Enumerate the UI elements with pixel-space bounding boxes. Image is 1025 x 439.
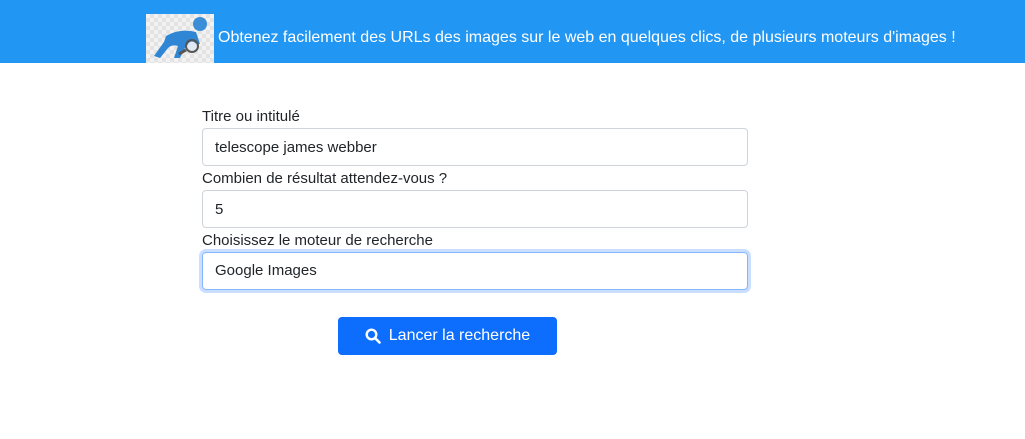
- count-input[interactable]: [202, 190, 748, 228]
- title-input[interactable]: [202, 128, 748, 166]
- title-label: Titre ou intitulé: [202, 108, 300, 125]
- header-tagline: Obtenez facilement des URLs des images s…: [218, 29, 956, 46]
- header-bar: Obtenez facilement des URLs des images s…: [0, 0, 1025, 63]
- engine-select[interactable]: Google Images: [202, 252, 748, 290]
- person-magnifier-logo: [146, 14, 214, 63]
- engine-label: Choisissez le moteur de recherche: [202, 232, 433, 249]
- search-form: Titre ou intitulé Combien de résultat at…: [202, 107, 748, 293]
- search-icon: [365, 328, 381, 344]
- engine-select-value: Google Images: [215, 262, 317, 279]
- count-label: Combien de résultat attendez-vous ?: [202, 170, 448, 187]
- search-button[interactable]: Lancer la recherche: [338, 317, 557, 355]
- search-button-label: Lancer la recherche: [388, 327, 531, 344]
